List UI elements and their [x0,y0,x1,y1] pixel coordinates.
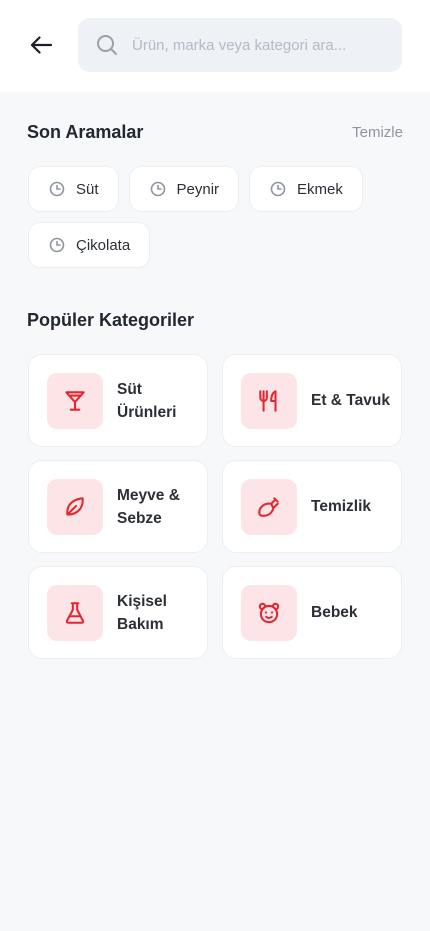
category-card-dairy[interactable]: Süt Ürünleri [28,354,208,447]
recent-search-label: Süt [76,180,99,198]
fork-knife-icon [259,389,277,412]
clock-icon [49,181,65,197]
category-icon-tile [47,372,103,429]
recent-search-chip[interactable]: Ekmek [249,166,363,212]
baby-bear-icon [258,602,280,623]
back-button[interactable] [26,30,56,60]
category-label: Süt Ürünleri [117,380,177,421]
leaf-icon [66,496,84,516]
search-input[interactable] [132,36,382,54]
arrow-left-icon [30,36,52,54]
category-card-baby[interactable]: Bebek [222,566,402,659]
popular-categories-header: Popüler Kategoriler [27,310,403,331]
category-label: Temizlik [311,498,372,515]
clock-icon [150,181,165,197]
recent-search-label: Çikolata [76,236,131,254]
recent-search-chip[interactable]: Peynir [128,166,240,212]
recent-search-label: Ekmek [297,180,343,198]
category-card-meat[interactable]: Et & Tavuk [222,354,402,447]
spray-icon [258,496,279,517]
search-bar[interactable] [78,18,402,72]
popular-categories-title: Popüler Kategoriler [27,310,195,330]
search-icon [97,35,117,55]
category-icon-tile [241,478,297,535]
category-icon-tile [241,372,297,429]
glass-icon [65,390,85,411]
category-card-personal-care[interactable]: Kişisel Bakım [28,566,208,659]
category-card-cleaning[interactable]: Temizlik [222,460,402,553]
flask-icon [65,601,85,624]
category-icon-tile [47,478,103,535]
recent-search-label: Peynir [176,180,220,198]
category-icon-tile [47,584,103,641]
clock-icon [49,237,65,253]
clear-history-link[interactable]: Temizle [352,124,403,141]
clock-icon [270,181,286,197]
recent-searches-list: Süt Peynir Ekmek Çikolata [28,166,408,268]
recent-search-chip[interactable]: Çikolata [28,222,151,268]
category-card-produce[interactable]: Meyve & Sebze [28,460,208,553]
recent-searches-title: Son Aramalar [27,122,144,142]
category-label: Bebek [311,604,358,621]
recent-search-chip[interactable]: Süt [28,166,119,212]
category-label: Meyve & Sebze [117,486,180,527]
category-icon-tile [241,584,297,641]
category-label: Kişisel Bakım [117,592,167,633]
category-label: Et & Tavuk [311,392,390,409]
recent-searches-header: Son Aramalar Temizle [27,122,403,143]
category-grid: Süt Ürünleri Et & Tavuk Meyve & Sebze Te… [28,354,402,659]
top-bar [0,0,430,92]
